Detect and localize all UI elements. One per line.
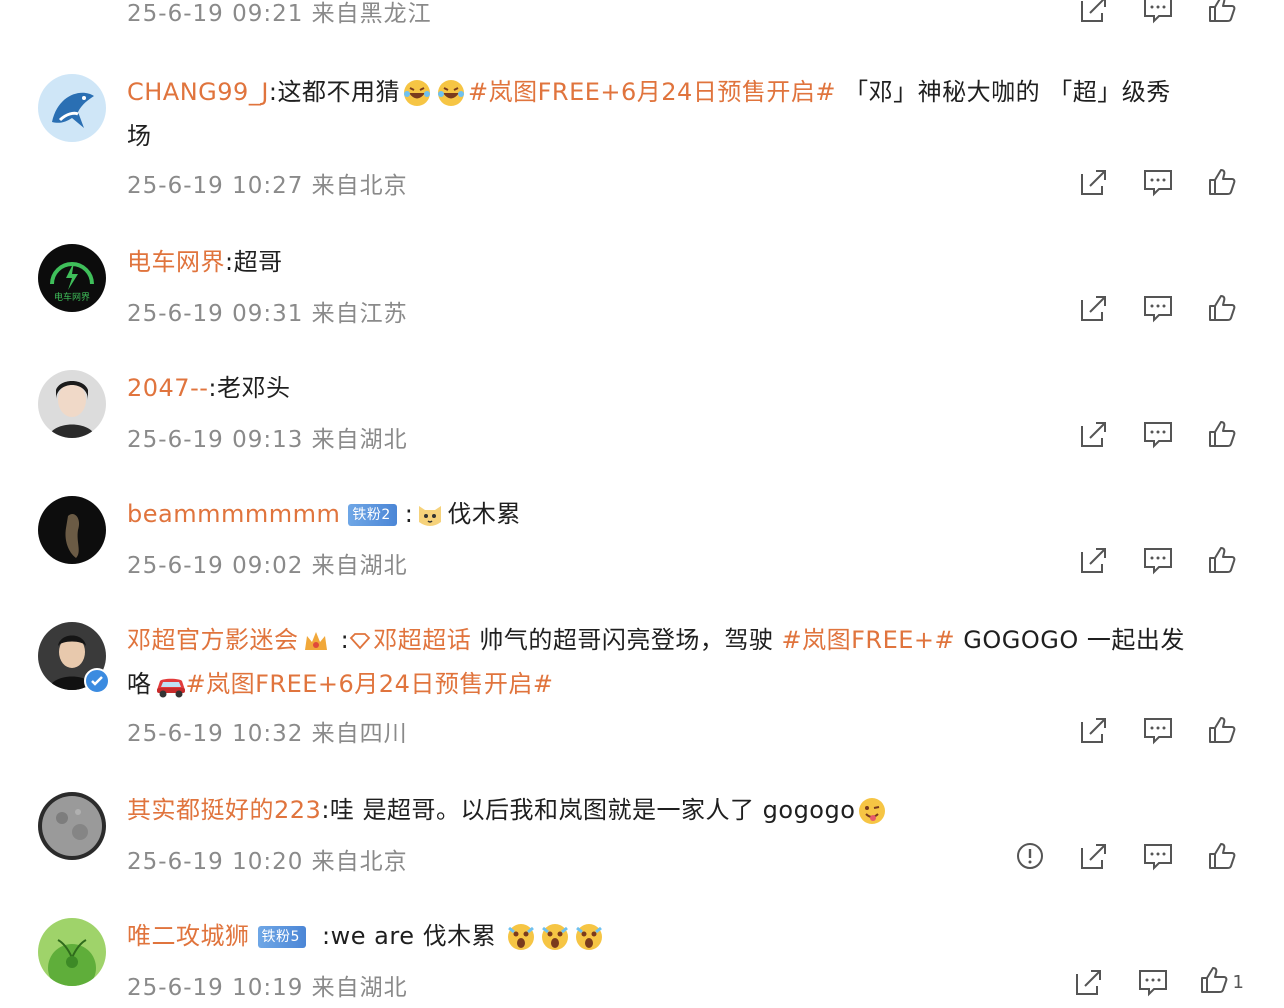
username[interactable]: 2047-- [127,374,208,402]
comment-text: 伐木累 [447,500,521,528]
comment-actions [1076,165,1240,199]
like-icon[interactable] [1204,165,1240,199]
comment-actions [1076,0,1240,26]
comment-actions [1076,291,1240,325]
username[interactable]: 电车网界 [127,248,225,276]
like-icon[interactable] [1204,417,1240,451]
comment-icon[interactable] [1140,0,1176,26]
comment-meta: 25-6-19 10:20 来自北京 [127,849,408,875]
comment-icon[interactable] [1140,543,1176,577]
comment-actions: 1 [1071,965,1244,999]
comment-feed: 25-6-19 09:21 来自黑龙江 CHANG99_J:这都不用猜 #岚图FR… [0,0,1284,1008]
avatar[interactable] [38,496,106,564]
avatar[interactable] [38,918,106,986]
comment-text: 咯 [127,670,152,698]
topic-tag[interactable]: #岚图FREE+# [781,626,955,654]
like-icon[interactable] [1204,0,1240,26]
comment-meta: 25-6-19 09:21 来自黑龙江 [127,1,432,27]
shocked-emoji-icon [540,922,570,952]
comment-text: :超哥 [225,248,283,276]
topic-tag[interactable]: #岚图FREE+6月24日预售开启# [468,78,836,106]
comment-text-continued: 场 [127,122,152,150]
share-icon[interactable] [1076,417,1112,451]
shocked-emoji-icon [574,922,604,952]
comment-text: 帅气的超哥闪亮登场，驾驶 [471,626,782,654]
avatar[interactable] [38,792,106,860]
verified-icon [84,668,110,694]
comment-meta: 25-6-19 09:13 来自湖北 [127,427,408,453]
share-icon[interactable] [1076,543,1112,577]
comment-text: :哇 是超哥。以后我和岚图就是一家人了 gogogo [321,796,856,824]
avatar-logo-text: 电车网界 [54,291,90,303]
comment-actions [1012,839,1240,873]
comment-actions [1076,543,1240,577]
shocked-emoji-icon [506,922,536,952]
laughing-emoji-icon [436,78,466,108]
comment-icon[interactable] [1140,291,1176,325]
comment-text: : [332,626,350,654]
username[interactable]: 邓超官方影迷会 [127,626,299,654]
comment-meta: 25-6-19 10:27 来自北京 [127,173,408,199]
comment-meta: 25-6-19 09:31 来自江苏 [127,301,408,327]
username[interactable]: 其实都挺好的223 [127,796,321,824]
comment-text: 「邓」神秘大咖的 「超」级秀 [835,78,1171,106]
share-icon[interactable] [1071,965,1107,999]
comment-actions [1076,713,1240,747]
comment-icon[interactable] [1140,713,1176,747]
comment-text: :老邓头 [208,374,291,402]
report-icon[interactable] [1012,839,1048,873]
avatar[interactable] [38,370,106,438]
username[interactable]: CHANG99_J [127,78,269,106]
comment-icon[interactable] [1140,417,1176,451]
topic-tag[interactable]: #岚图FREE+6月24日预售开启# [186,670,554,698]
comment-icon[interactable] [1140,165,1176,199]
like-button[interactable]: 1 [1199,965,1244,999]
super-topic-label[interactable]: 邓超超话 [373,626,471,654]
like-icon[interactable] [1204,839,1240,873]
comment-text: :这都不用猜 [268,78,400,106]
like-icon[interactable] [1204,543,1240,577]
comment-text: : [404,500,414,528]
comment-actions [1076,417,1240,451]
laughing-emoji-icon [402,78,432,108]
username[interactable]: beammmmmmm [127,500,340,528]
share-icon[interactable] [1076,839,1112,873]
like-icon[interactable] [1204,713,1240,747]
comment-icon[interactable] [1135,965,1171,999]
avatar[interactable] [38,74,106,142]
car-emoji-icon [154,670,185,700]
comment-meta: 25-6-19 10:19 来自湖北 [127,975,408,1001]
cat-emoji-icon [415,500,445,530]
fan-badge[interactable]: 铁粉2 [348,504,397,526]
avatar[interactable]: 电车网界 [38,244,106,312]
username[interactable]: 唯二攻城狮 [127,922,250,950]
share-icon[interactable] [1076,0,1112,26]
share-icon[interactable] [1076,165,1112,199]
super-topic-link[interactable]: 邓超超话 [349,626,471,654]
like-count: 1 [1232,971,1244,993]
comment-text: :we are 伐木累 [313,922,505,950]
like-icon[interactable] [1204,291,1240,325]
share-icon[interactable] [1076,713,1112,747]
comment-text: GOGOGO 一起出发 [955,626,1185,654]
share-icon[interactable] [1076,291,1112,325]
tongue-wink-emoji-icon [857,796,887,826]
crown-badge-icon [301,626,331,656]
fan-badge[interactable]: 铁粉5 [257,926,306,948]
comment-icon[interactable] [1140,839,1176,873]
like-icon[interactable] [1199,965,1229,999]
comment-meta: 25-6-19 09:02 来自湖北 [127,553,408,579]
comment-meta: 25-6-19 10:32 来自四川 [127,721,408,747]
